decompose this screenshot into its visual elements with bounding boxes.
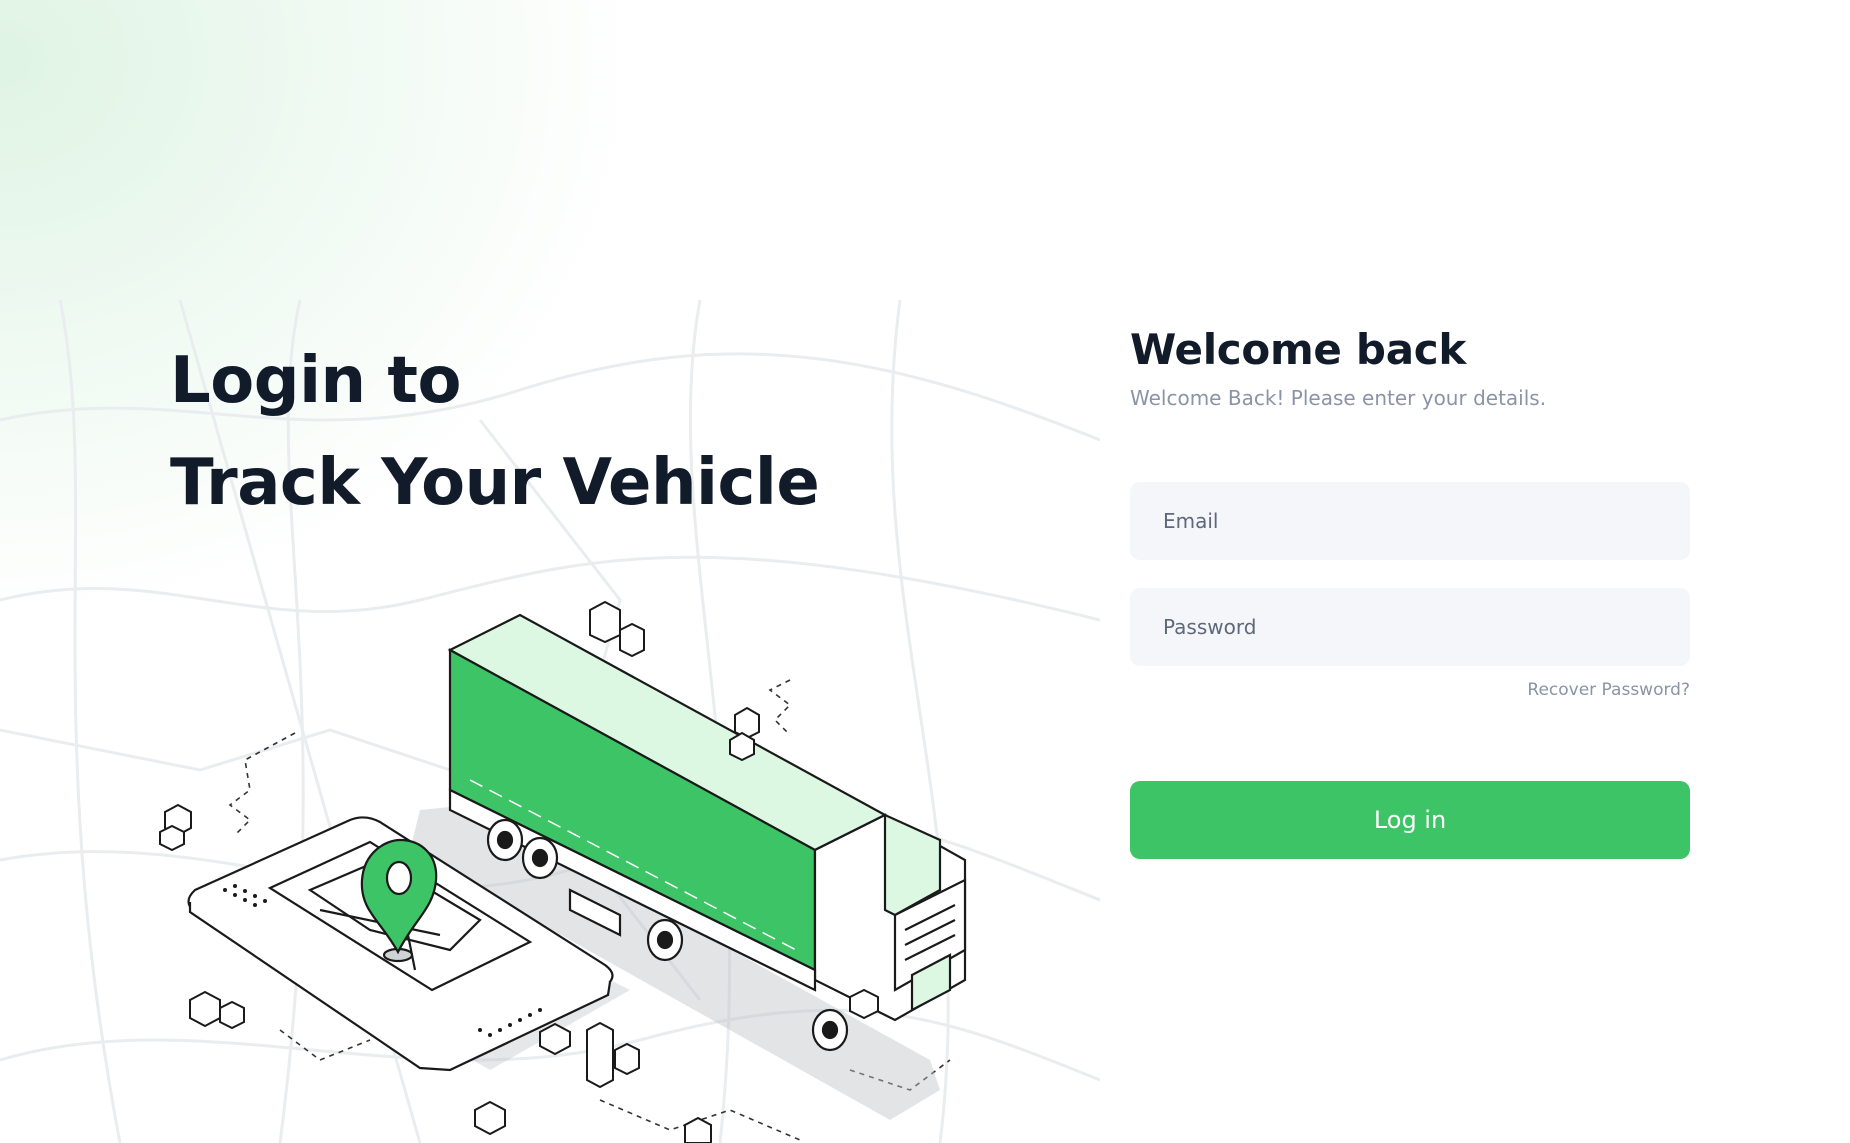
hero-line-1: Login to (170, 344, 461, 418)
welcome-heading: Welcome back (1130, 325, 1466, 374)
password-field[interactable] (1130, 588, 1690, 666)
login-button[interactable]: Log in (1130, 781, 1690, 859)
welcome-subtitle: Welcome Back! Please enter your details. (1130, 386, 1547, 410)
recover-password-link[interactable]: Recover Password? (1527, 680, 1690, 700)
hero-heading: Login to Track Your Vehicle (170, 330, 820, 534)
login-form: Welcome back Welcome Back! Please enter … (1130, 322, 1690, 859)
login-page: Login to Track Your Vehicle Welcome back… (0, 0, 1850, 1143)
recover-row: Recover Password? (1130, 680, 1690, 704)
truck-phone-illustration (159, 600, 967, 1143)
email-field[interactable] (1130, 482, 1690, 560)
hero-line-2: Track Your Vehicle (170, 446, 820, 520)
